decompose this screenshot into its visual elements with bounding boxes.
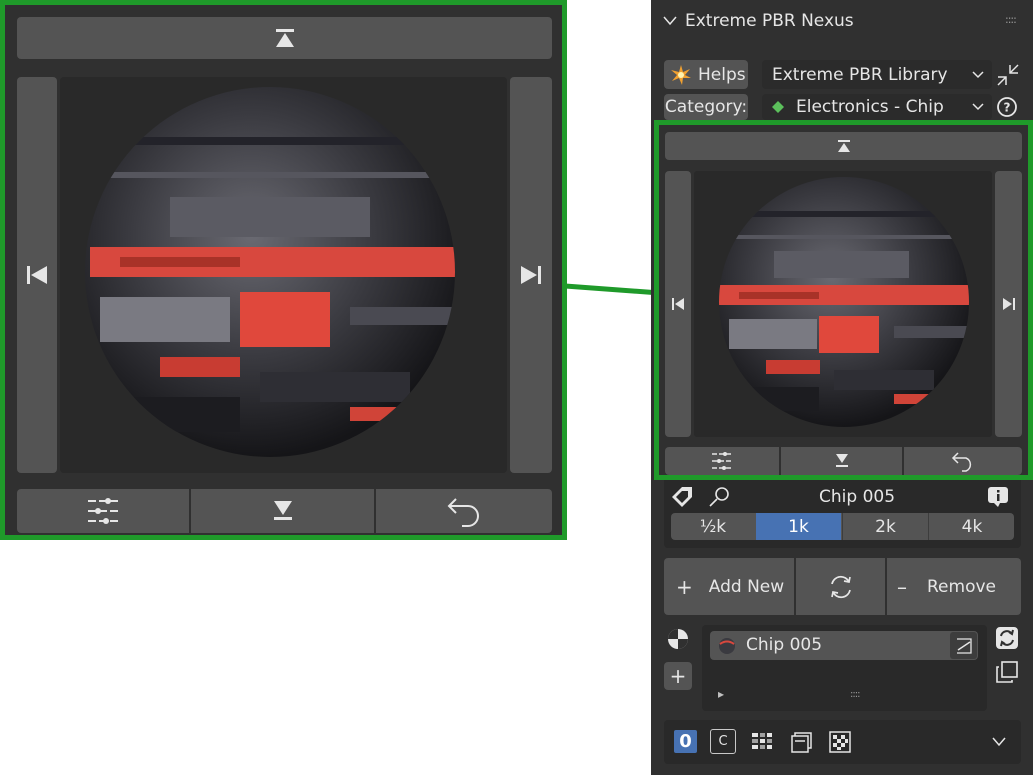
zoom-next-button[interactable] <box>510 77 552 473</box>
minus-icon: – <box>897 574 907 599</box>
zoom-scroll-bottom-button[interactable] <box>191 489 374 533</box>
panel-header[interactable]: Extreme PBR Nexus :::: <box>651 0 1033 44</box>
folder-stack-icon[interactable] <box>788 729 814 755</box>
zero-toggle[interactable]: 0 <box>674 730 697 753</box>
sync-icon[interactable] <box>994 625 1020 651</box>
material-sphere-icon <box>668 629 688 649</box>
scroll-bottom-button[interactable] <box>781 447 902 475</box>
arrow-to-bottom-icon <box>835 454 848 467</box>
material-preview-sphere <box>85 87 455 457</box>
pencil-box-icon <box>956 637 972 654</box>
grid-icon[interactable] <box>749 729 775 755</box>
arrow-to-top-icon <box>275 29 294 47</box>
search-icon[interactable] <box>708 486 732 508</box>
panel-title: Extreme PBR Nexus <box>685 11 854 31</box>
material-slot-name: Chip 005 <box>746 635 823 655</box>
refresh-icon <box>830 575 851 598</box>
c-toggle[interactable]: C <box>710 729 736 754</box>
remove-label: Remove <box>927 576 996 597</box>
scroll-top-button[interactable] <box>665 132 1022 160</box>
edit-slot-button[interactable] <box>950 632 977 659</box>
resolution-option-4k[interactable]: 4k <box>928 513 1014 540</box>
zoom-prev-button[interactable] <box>17 77 57 473</box>
preview-widget <box>654 120 1033 480</box>
actions-row: + Add New – Remove <box>664 558 1021 615</box>
zero-label: 0 <box>679 731 692 752</box>
preview-settings-button[interactable] <box>665 447 779 475</box>
zoom-settings-button[interactable] <box>17 489 189 533</box>
zoom-inset <box>0 0 567 540</box>
list-resize-grip-icon[interactable]: :::: <box>850 689 861 700</box>
add-new-button[interactable]: + Add New <box>664 558 794 615</box>
side-panel: Extreme PBR Nexus :::: Helps Extreme PBR… <box>651 0 1033 775</box>
prev-material-button[interactable] <box>665 171 691 437</box>
checker-texture-icon[interactable] <box>827 729 853 755</box>
arrow-to-top-icon <box>837 140 850 152</box>
remove-button[interactable]: – Remove <box>887 558 1021 615</box>
material-name: Chip 005 <box>819 487 896 507</box>
skip-next-icon <box>521 266 541 284</box>
tag-icon[interactable] <box>670 485 696 509</box>
play-icon[interactable]: ▸ <box>718 687 724 701</box>
next-material-button[interactable] <box>995 171 1022 437</box>
category-label: Category: <box>664 97 748 117</box>
material-slot-list: Chip 005 ▸ :::: <box>702 625 987 711</box>
collapse-arrows-icon[interactable] <box>995 62 1021 88</box>
refresh-button[interactable] <box>796 558 885 615</box>
info-icon[interactable] <box>986 486 1010 508</box>
helps-label: Helps <box>698 64 746 85</box>
resolution-option-2k[interactable]: 2k <box>842 513 928 540</box>
add-new-label: Add New <box>708 576 785 597</box>
c-label: C <box>718 734 728 749</box>
burst-icon <box>671 64 691 85</box>
library-dropdown-value: Extreme PBR Library <box>772 64 948 85</box>
zoom-scroll-top-button[interactable] <box>17 17 552 59</box>
undo-button[interactable] <box>904 447 1022 475</box>
material-preview-sphere <box>719 177 969 427</box>
category-dropdown-value: Electronics - Chip <box>796 97 944 117</box>
undo-icon <box>951 452 972 472</box>
bottom-toolbar: 0 C <box>664 720 1021 764</box>
material-preview[interactable] <box>694 171 992 437</box>
add-slot-button[interactable]: + <box>664 662 692 690</box>
resolution-selector: ½k 1k 2k 4k <box>671 513 1014 540</box>
dropdown-chevron-icon <box>972 103 984 111</box>
zoom-connector-line <box>565 283 660 296</box>
skip-previous-icon <box>27 266 47 284</box>
expand-chevron-icon[interactable] <box>992 737 1006 747</box>
category-dropdown[interactable]: Electronics - Chip <box>762 94 992 120</box>
panel-grip-icon[interactable]: :::: <box>1005 13 1017 26</box>
skip-next-icon <box>1002 298 1015 310</box>
sliders-icon <box>712 452 732 470</box>
zoom-undo-button[interactable] <box>376 489 552 533</box>
helps-button[interactable]: Helps <box>664 60 748 89</box>
arrow-to-bottom-icon <box>273 501 292 520</box>
resolution-option-1k[interactable]: 1k <box>756 513 841 540</box>
chevron-down-icon[interactable] <box>663 16 677 26</box>
svg-text:?: ? <box>1004 101 1011 115</box>
help-question-icon[interactable]: ? <box>995 95 1019 119</box>
library-dropdown[interactable]: Extreme PBR Library <box>762 60 992 89</box>
material-type-button[interactable] <box>664 625 692 653</box>
material-slot-item[interactable]: Chip 005 <box>710 631 978 660</box>
diamond-icon <box>772 101 784 113</box>
material-thumbnail-icon <box>719 638 735 654</box>
category-label-box: Category: <box>664 94 748 120</box>
material-info-box: Chip 005 ½k 1k 2k 4k <box>664 480 1021 548</box>
copy-icon[interactable] <box>994 659 1020 685</box>
sliders-icon <box>88 498 118 524</box>
skip-previous-icon <box>672 298 684 310</box>
undo-icon <box>447 498 479 527</box>
zoom-preview-area[interactable] <box>60 77 507 473</box>
plus-icon: + <box>669 664 687 688</box>
dropdown-chevron-icon <box>972 70 984 79</box>
resolution-option-half-k[interactable]: ½k <box>671 513 755 540</box>
plus-icon: + <box>676 574 693 599</box>
